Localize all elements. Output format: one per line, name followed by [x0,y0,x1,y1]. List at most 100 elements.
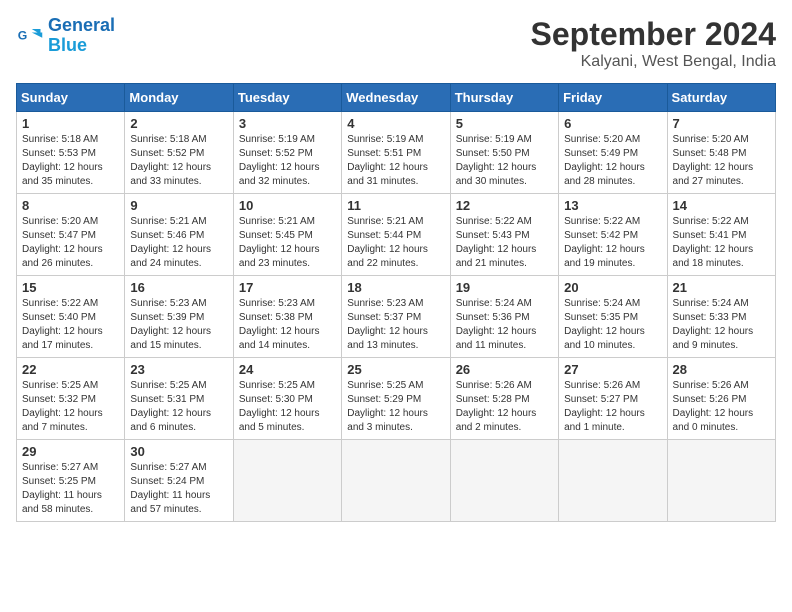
calendar-cell: 8 Sunrise: 5:20 AMSunset: 5:47 PMDaylight… [17,194,125,276]
logo-text: General Blue [48,16,115,56]
day-number: 1 [22,116,119,131]
calendar-row: 8 Sunrise: 5:20 AMSunset: 5:47 PMDaylight… [17,194,776,276]
calendar-header-cell: Thursday [450,84,558,112]
calendar-cell: 24Sunrise: 5:25 AMSunset: 5:30 PMDayligh… [233,358,341,440]
calendar-header-row: SundayMondayTuesdayWednesdayThursdayFrid… [17,84,776,112]
day-number: 12 [456,198,553,213]
day-info: Sunrise: 5:22 AMSunset: 5:42 PMDaylight:… [564,216,645,269]
calendar-cell: 14 Sunrise: 5:22 AMSunset: 5:41 PMDayligh… [667,194,775,276]
day-number: 23 [130,362,227,377]
day-number: 16 [130,280,227,295]
day-number: 26 [456,362,553,377]
day-info: Sunrise: 5:22 AMSunset: 5:41 PMDaylight:… [673,216,754,269]
day-number: 21 [673,280,770,295]
calendar-cell: 27 Sunrise: 5:26 AMSunset: 5:27 PMDayligh… [559,358,667,440]
logo: G General Blue [16,16,115,56]
calendar-header-cell: Tuesday [233,84,341,112]
day-number: 5 [456,116,553,131]
calendar-cell: 17 Sunrise: 5:23 AMSunset: 5:38 PMDayligh… [233,276,341,358]
calendar-cell: 28Sunrise: 5:26 AMSunset: 5:26 PMDayligh… [667,358,775,440]
day-info: Sunrise: 5:18 AMSunset: 5:53 PMDaylight:… [22,134,103,187]
calendar-cell: 15 Sunrise: 5:22 AMSunset: 5:40 PMDayligh… [17,276,125,358]
day-number: 17 [239,280,336,295]
day-info: Sunrise: 5:23 AMSunset: 5:38 PMDaylight:… [239,298,320,351]
calendar-cell: 30Sunrise: 5:27 AMSunset: 5:24 PMDayligh… [125,440,233,522]
day-info: Sunrise: 5:22 AMSunset: 5:43 PMDaylight:… [456,216,537,269]
day-number: 20 [564,280,661,295]
page-header: G General Blue September 2024 Kalyani, W… [16,16,776,71]
calendar-cell: 13 Sunrise: 5:22 AMSunset: 5:42 PMDayligh… [559,194,667,276]
day-number: 2 [130,116,227,131]
calendar-cell: 3Sunrise: 5:19 AMSunset: 5:52 PMDaylight… [233,112,341,194]
calendar-cell: 5Sunrise: 5:19 AMSunset: 5:50 PMDaylight… [450,112,558,194]
calendar-cell [450,440,558,522]
day-info: Sunrise: 5:20 AMSunset: 5:48 PMDaylight:… [673,134,754,187]
calendar-row: 1 Sunrise: 5:18 AMSunset: 5:53 PMDaylight… [17,112,776,194]
calendar-cell: 7 Sunrise: 5:20 AMSunset: 5:48 PMDaylight… [667,112,775,194]
location-title: Kalyani, West Bengal, India [531,53,776,71]
day-number: 11 [347,198,444,213]
day-number: 29 [22,444,119,459]
day-info: Sunrise: 5:25 AMSunset: 5:30 PMDaylight:… [239,380,320,433]
calendar-cell: 29 Sunrise: 5:27 AMSunset: 5:25 PMDayligh… [17,440,125,522]
day-number: 13 [564,198,661,213]
day-number: 19 [456,280,553,295]
day-number: 27 [564,362,661,377]
day-info: Sunrise: 5:24 AMSunset: 5:33 PMDaylight:… [673,298,754,351]
day-info: Sunrise: 5:23 AMSunset: 5:39 PMDaylight:… [130,298,211,351]
calendar-cell: 16 Sunrise: 5:23 AMSunset: 5:39 PMDayligh… [125,276,233,358]
calendar-body: 1 Sunrise: 5:18 AMSunset: 5:53 PMDaylight… [17,112,776,522]
day-number: 4 [347,116,444,131]
day-number: 3 [239,116,336,131]
calendar-cell: 25 Sunrise: 5:25 AMSunset: 5:29 PMDayligh… [342,358,450,440]
calendar-cell: 10 Sunrise: 5:21 AMSunset: 5:45 PMDayligh… [233,194,341,276]
day-info: Sunrise: 5:25 AMSunset: 5:31 PMDaylight:… [130,380,211,433]
calendar-cell: 23 Sunrise: 5:25 AMSunset: 5:31 PMDayligh… [125,358,233,440]
day-info: Sunrise: 5:26 AMSunset: 5:27 PMDaylight:… [564,380,645,433]
calendar-cell [342,440,450,522]
calendar-row: 29 Sunrise: 5:27 AMSunset: 5:25 PMDayligh… [17,440,776,522]
day-info: Sunrise: 5:24 AMSunset: 5:35 PMDaylight:… [564,298,645,351]
calendar-cell: 1 Sunrise: 5:18 AMSunset: 5:53 PMDaylight… [17,112,125,194]
day-info: Sunrise: 5:25 AMSunset: 5:32 PMDaylight:… [22,380,103,433]
calendar-cell: 2 Sunrise: 5:18 AMSunset: 5:52 PMDaylight… [125,112,233,194]
day-number: 9 [130,198,227,213]
day-info: Sunrise: 5:18 AMSunset: 5:52 PMDaylight:… [130,134,211,187]
day-number: 25 [347,362,444,377]
calendar-cell: 21 Sunrise: 5:24 AMSunset: 5:33 PMDayligh… [667,276,775,358]
day-info: Sunrise: 5:19 AMSunset: 5:51 PMDaylight:… [347,134,428,187]
day-info: Sunrise: 5:26 AMSunset: 5:26 PMDaylight:… [673,380,754,433]
calendar-cell: 12 Sunrise: 5:22 AMSunset: 5:43 PMDayligh… [450,194,558,276]
day-number: 22 [22,362,119,377]
day-info: Sunrise: 5:20 AMSunset: 5:49 PMDaylight:… [564,134,645,187]
calendar-cell [667,440,775,522]
day-number: 8 [22,198,119,213]
day-info: Sunrise: 5:20 AMSunset: 5:47 PMDaylight:… [22,216,103,269]
calendar-header-cell: Saturday [667,84,775,112]
calendar-row: 15 Sunrise: 5:22 AMSunset: 5:40 PMDayligh… [17,276,776,358]
calendar-header-cell: Friday [559,84,667,112]
day-info: Sunrise: 5:27 AMSunset: 5:25 PMDaylight:… [22,462,102,515]
svg-text:G: G [18,28,28,42]
calendar-cell: 26Sunrise: 5:26 AMSunset: 5:28 PMDayligh… [450,358,558,440]
calendar-header-cell: Sunday [17,84,125,112]
calendar-cell: 19Sunrise: 5:24 AMSunset: 5:36 PMDayligh… [450,276,558,358]
day-info: Sunrise: 5:25 AMSunset: 5:29 PMDaylight:… [347,380,428,433]
title-area: September 2024 Kalyani, West Bengal, Ind… [531,16,776,71]
day-info: Sunrise: 5:21 AMSunset: 5:44 PMDaylight:… [347,216,428,269]
calendar-cell: 11 Sunrise: 5:21 AMSunset: 5:44 PMDayligh… [342,194,450,276]
calendar-header-cell: Wednesday [342,84,450,112]
calendar-cell: 6Sunrise: 5:20 AMSunset: 5:49 PMDaylight… [559,112,667,194]
calendar-header-cell: Monday [125,84,233,112]
day-info: Sunrise: 5:27 AMSunset: 5:24 PMDaylight:… [130,462,210,515]
month-title: September 2024 [531,16,776,53]
day-info: Sunrise: 5:21 AMSunset: 5:45 PMDaylight:… [239,216,320,269]
day-info: Sunrise: 5:22 AMSunset: 5:40 PMDaylight:… [22,298,103,351]
day-info: Sunrise: 5:21 AMSunset: 5:46 PMDaylight:… [130,216,211,269]
calendar-cell [559,440,667,522]
day-number: 10 [239,198,336,213]
calendar-row: 22 Sunrise: 5:25 AMSunset: 5:32 PMDayligh… [17,358,776,440]
day-number: 14 [673,198,770,213]
day-number: 15 [22,280,119,295]
day-number: 7 [673,116,770,131]
